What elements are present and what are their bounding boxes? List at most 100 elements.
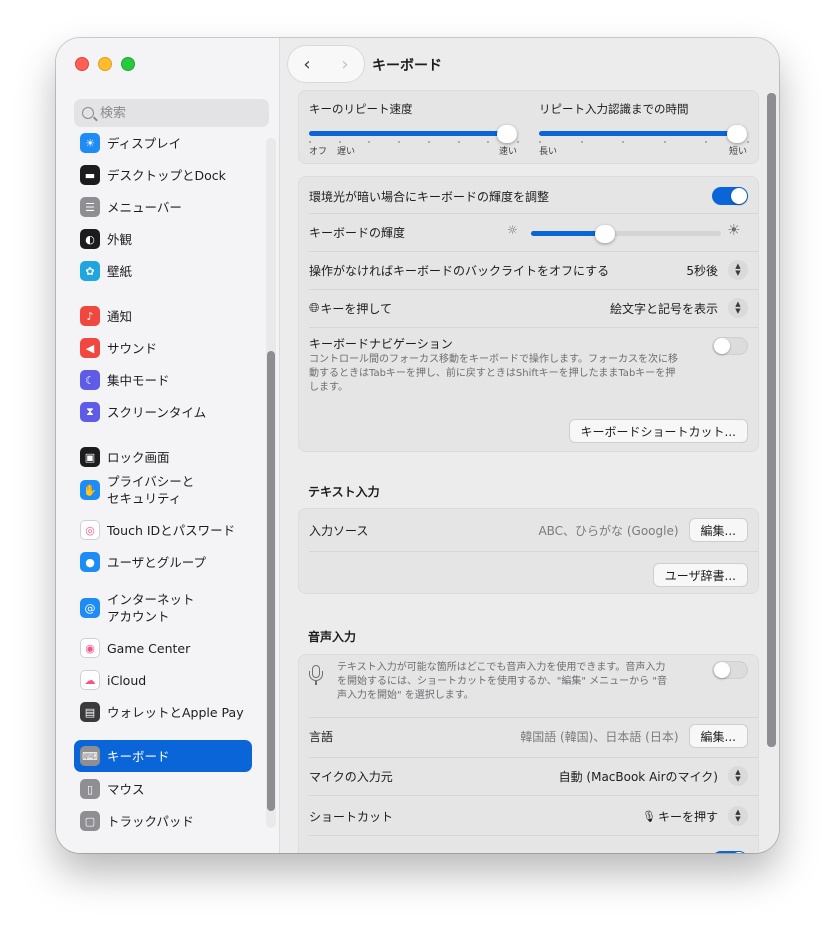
slider-tick — [580, 141, 583, 143]
sidebar-item[interactable]: ◉ Game Center — [74, 637, 252, 659]
sidebar-item-label: Game Center — [107, 640, 191, 656]
menubar-icon: ☰ — [80, 197, 100, 217]
dictation-language-edit-button[interactable]: 編集... — [688, 724, 748, 748]
auto-punctuation-toggle[interactable] — [712, 851, 748, 853]
key-repeat-slow-label: 遅い — [337, 147, 356, 157]
fingerprint-icon: ◎ — [80, 520, 100, 540]
appearance-icon: ◐ — [80, 229, 100, 249]
sidebar-item[interactable]: ◎ Touch IDとパスワード — [74, 519, 252, 541]
sidebar-item[interactable]: ✋ プライバシーと セキュリティ — [74, 472, 252, 508]
slider-tick — [368, 141, 371, 143]
delay-slider[interactable] — [539, 125, 749, 143]
hand-icon: ✋ — [80, 480, 100, 500]
delay-label: リピート入力認識までの時間 — [539, 102, 689, 116]
divider — [309, 213, 758, 214]
key-repeat-knob[interactable] — [497, 125, 517, 143]
globe-key-value: 絵文字と記号を表示 — [609, 301, 718, 316]
sidebar-item[interactable]: ▢ トラックパッド — [74, 810, 252, 832]
settings-window: ☀ ディスプレイ ▬ デスクトップとDock ☰ メニューバー ◐ 外観 ✿ 壁紙 ♪ 通知 ◀ サウンド… — [56, 38, 779, 853]
divider — [309, 757, 758, 758]
backlight-off-label: 操作がなければキーボードのバックライトをオフにする — [309, 263, 610, 278]
dictation-language-label: 言語 — [309, 729, 334, 744]
moon-icon: ☾ — [80, 370, 100, 390]
auto-brightness-toggle[interactable] — [712, 187, 748, 205]
input-sources-value: ABC、ひらがな (Google) — [538, 523, 679, 538]
mic-source-label: マイクの入力元 — [309, 769, 393, 784]
brightness-knob[interactable] — [595, 225, 616, 243]
main-scrollbar-thumb[interactable] — [767, 93, 776, 747]
dictation-card: テキスト入力が可能な箇所はどこでも音声入力を使用できます。音声入力を開始するには… — [298, 654, 759, 853]
updown-icon: ▲ ▼ — [728, 298, 748, 318]
brightness-fill — [531, 231, 606, 236]
sidebar-item[interactable]: ☁ iCloud — [74, 669, 252, 691]
dictation-toggle[interactable] — [712, 661, 748, 679]
mic-source-popup[interactable]: 自動 (MacBook Airのマイク) ▲ ▼ — [559, 766, 748, 786]
user-dictionary-button[interactable]: ユーザ辞書... — [652, 563, 748, 587]
divider — [309, 327, 758, 328]
sidebar-item-label: サウンド — [107, 340, 158, 356]
dictation-shortcut-popup[interactable]: 🎙︎ キーを押す ▲ ▼ — [642, 806, 748, 826]
sidebar-item[interactable]: @ インターネット アカウント — [74, 590, 252, 626]
nav-buttons: ‹ › — [288, 46, 364, 82]
sidebar-item[interactable]: ✿ 壁紙 — [74, 260, 252, 282]
backlight-off-popup[interactable]: 5秒後 ▲ ▼ — [686, 260, 748, 280]
sidebar-item[interactable]: ☰ メニューバー — [74, 196, 252, 218]
search-field[interactable] — [74, 99, 269, 127]
gamecenter-icon: ◉ — [80, 638, 100, 658]
brightness-slider[interactable] — [531, 225, 721, 243]
slider-tick — [539, 141, 541, 143]
sidebar-item-label: 外観 — [107, 231, 133, 247]
auto-brightness-row: 環境光が暗い場合にキーボードの輝度を調整 — [309, 185, 748, 207]
backlight-off-row: 操作がなければキーボードのバックライトをオフにする 5秒後 ▲ ▼ — [309, 259, 748, 281]
keyboard-shortcuts-button[interactable]: キーボードショートカット... — [568, 419, 748, 443]
backlight-card: 環境光が暗い場合にキーボードの輝度を調整 キーボードの輝度 ☼ ☀ 操作がなけれ… — [298, 176, 759, 452]
dictation-shortcut-value: キーを押す — [657, 809, 718, 824]
zoom-button[interactable] — [121, 57, 135, 71]
sidebar-item-label: プライバシーと セキュリティ — [107, 474, 195, 506]
back-button[interactable]: ‹ — [288, 46, 326, 82]
sidebar-item[interactable]: ● ユーザとグループ — [74, 551, 252, 573]
forward-button[interactable]: › — [326, 46, 364, 82]
sidebar-item[interactable]: ⧗ スクリーンタイム — [74, 401, 252, 423]
sidebar-item[interactable]: ▬ デスクトップとDock — [74, 164, 252, 186]
sidebar-item-label: 集中モード — [107, 372, 170, 388]
dictation-desc: テキスト入力が可能な箇所はどこでも音声入力を使用できます。音声入力を開始するには… — [337, 662, 667, 701]
close-button[interactable] — [75, 57, 89, 71]
minimize-button[interactable] — [98, 57, 112, 71]
chevron-left-icon: ‹ — [303, 53, 311, 75]
sidebar-item-label: Touch IDとパスワード — [107, 522, 236, 538]
sidebar-item[interactable]: ◐ 外観 — [74, 228, 252, 250]
text-input-title: テキスト入力 — [308, 485, 380, 499]
sidebar-item[interactable]: ☀ ディスプレイ — [74, 132, 252, 154]
sidebar-item[interactable]: ⌨ キーボード — [74, 740, 252, 772]
sidebar-scrollbar-thumb[interactable] — [267, 351, 275, 811]
dictation-shortcut-row: ショートカット 🎙︎ キーを押す ▲ ▼ — [309, 805, 748, 827]
sidebar-item[interactable]: ♪ 通知 — [74, 305, 252, 327]
keyboard-navigation-label: キーボードナビゲーション — [309, 337, 453, 351]
sidebar-item[interactable]: ◀ サウンド — [74, 337, 252, 359]
slider-tick — [487, 141, 490, 143]
delay-knob[interactable] — [727, 125, 747, 143]
backlight-off-value: 5秒後 — [686, 263, 718, 278]
input-sources-row: 入力ソース ABC、ひらがな (Google) 編集... — [309, 517, 748, 543]
slider-tick — [309, 141, 311, 143]
sidebar-item[interactable]: ▯ マウス — [74, 778, 252, 800]
input-sources-edit-button[interactable]: 編集... — [688, 518, 748, 542]
brightness-label: キーボードの輝度 — [309, 225, 406, 240]
divider — [309, 835, 758, 836]
search-icon — [82, 107, 94, 119]
divider — [309, 251, 758, 252]
auto-brightness-label: 環境光が暗い場合にキーボードの輝度を調整 — [309, 189, 550, 204]
globe-key-popup[interactable]: 絵文字と記号を表示 ▲ ▼ — [610, 298, 748, 318]
sidebar-item[interactable]: ▣ ロック画面 — [74, 446, 252, 468]
search-input[interactable] — [100, 105, 250, 121]
slider-tick — [427, 141, 430, 143]
keyboard-navigation-toggle[interactable] — [712, 337, 748, 355]
divider — [309, 551, 758, 552]
dock-icon: ▬ — [80, 165, 100, 185]
page-title: キーボード — [372, 58, 442, 74]
sidebar-item[interactable]: ▤ ウォレットとApple Pay — [74, 701, 252, 723]
sidebar-item[interactable]: ☾ 集中モード — [74, 369, 252, 391]
sidebar-item-label: 通知 — [107, 308, 133, 324]
key-repeat-slider[interactable] — [309, 125, 519, 143]
